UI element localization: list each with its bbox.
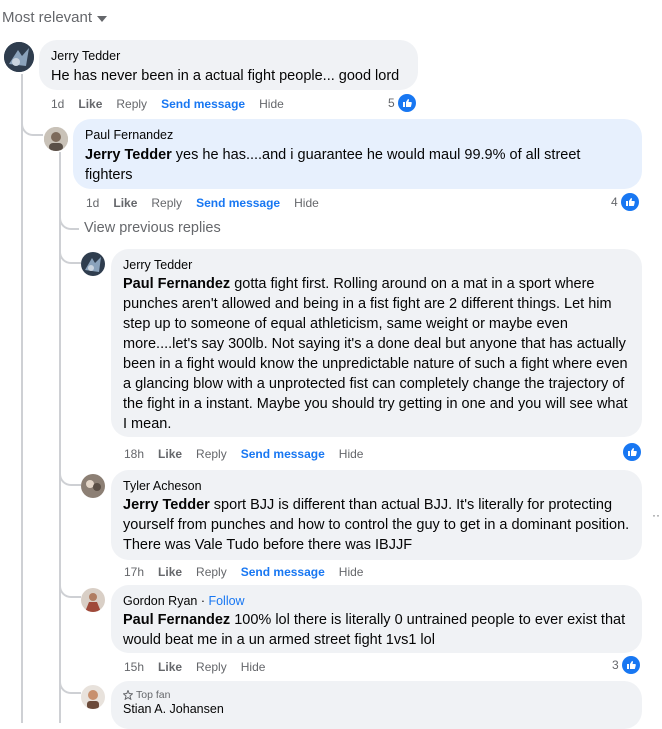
comment-author[interactable]: Paul Fernandez xyxy=(85,127,630,143)
like-button[interactable]: Like xyxy=(113,196,137,210)
comment-author[interactable]: Tyler Acheson xyxy=(123,478,630,494)
comment-actions: 15h Like Reply Hide xyxy=(124,660,265,674)
comment-text: He has never been in a actual fight peop… xyxy=(51,68,400,84)
comment-author[interactable]: Gordon Ryan xyxy=(123,594,197,608)
comment-author[interactable]: Stian A. Johansen xyxy=(123,701,630,717)
send-message-button[interactable]: Send message xyxy=(161,97,245,111)
comment-time[interactable]: 17h xyxy=(124,565,144,579)
reaction-count[interactable] xyxy=(623,443,641,461)
comment-text: Paul Fernandez gotta fight first. Rollin… xyxy=(123,274,630,434)
like-button[interactable]: Like xyxy=(78,97,102,111)
like-reaction-icon xyxy=(620,193,639,211)
reaction-number: 5 xyxy=(388,96,395,110)
comment-bubble: Tyler Acheson Jerry Tedder sport BJJ is … xyxy=(111,470,642,560)
comment-bubble: Jerry Tedder He has never been in a actu… xyxy=(39,40,418,90)
follow-button[interactable]: Follow xyxy=(208,594,244,608)
thread-connector xyxy=(59,236,81,264)
reaction-count[interactable]: 3 xyxy=(612,656,640,674)
mention-tag[interactable]: Jerry Tedder xyxy=(85,147,172,163)
like-button[interactable]: Like xyxy=(158,565,182,579)
comment-time[interactable]: 15h xyxy=(124,660,144,674)
mention-tag[interactable]: Paul Fernandez xyxy=(123,276,230,292)
hide-button[interactable]: Hide xyxy=(241,660,266,674)
comment-bubble: Jerry Tedder Paul Fernandez gotta fight … xyxy=(111,249,642,437)
comment-body: gotta fight first. Rolling around on a m… xyxy=(123,276,628,432)
reply-button[interactable]: Reply xyxy=(196,660,227,674)
reply-button[interactable]: Reply xyxy=(196,447,227,461)
sort-dropdown[interactable]: Most relevant xyxy=(2,9,108,26)
reaction-count[interactable]: 4 xyxy=(611,193,639,211)
like-reaction-icon xyxy=(623,443,641,461)
reply-button[interactable]: Reply xyxy=(151,196,182,210)
comment-actions: 17h Like Reply Send message Hide xyxy=(124,565,363,579)
top-fan-icon xyxy=(123,690,133,700)
send-message-button[interactable]: Send message xyxy=(196,196,280,210)
view-previous-replies-link[interactable]: View previous replies xyxy=(84,220,221,236)
comment-time[interactable]: 1d xyxy=(86,196,99,210)
sort-label: Most relevant xyxy=(2,9,93,26)
top-fan-label: Top fan xyxy=(136,689,171,701)
comment-author-row: Gordon Ryan · Follow xyxy=(123,594,245,608)
avatar[interactable] xyxy=(44,127,68,151)
thread-line-main xyxy=(21,74,23,723)
comment-time[interactable]: 1d xyxy=(51,97,64,111)
avatar[interactable] xyxy=(4,42,34,72)
comment-actions: 18h Like Reply Send message Hide xyxy=(124,447,363,461)
hide-button[interactable]: Hide xyxy=(294,196,319,210)
like-reaction-icon xyxy=(621,656,640,674)
comment-author[interactable]: Jerry Tedder xyxy=(51,48,406,64)
mention-tag[interactable]: Jerry Tedder xyxy=(123,497,210,513)
hide-button[interactable]: Hide xyxy=(259,97,284,111)
thread-connector xyxy=(59,458,81,486)
comment-actions: 1d Like Reply Send message Hide xyxy=(51,97,284,111)
comment-text: Paul Fernandez 100% lol there is literal… xyxy=(123,610,630,650)
comment-bubble: Paul Fernandez Jerry Tedder yes he has..… xyxy=(73,119,642,189)
thread-connector xyxy=(21,110,43,136)
top-fan-badge: Top fan xyxy=(123,689,630,701)
avatar[interactable] xyxy=(81,685,105,709)
comment-bubble: Top fan Stian A. Johansen xyxy=(111,681,642,729)
thread-connector xyxy=(59,578,81,598)
reply-button[interactable]: Reply xyxy=(196,565,227,579)
comment-actions: 1d Like Reply Send message Hide xyxy=(86,196,319,210)
hide-button[interactable]: Hide xyxy=(339,447,364,461)
send-message-button[interactable]: Send message xyxy=(241,447,325,461)
comment-text: Jerry Tedder sport BJJ is different than… xyxy=(123,495,630,555)
comment-bubble: Gordon Ryan · Follow Paul Fernandez 100%… xyxy=(111,585,642,653)
avatar[interactable] xyxy=(81,474,105,498)
reaction-number: 4 xyxy=(611,195,618,209)
reaction-count[interactable]: 5 xyxy=(388,94,416,112)
mention-tag[interactable]: Paul Fernandez xyxy=(123,612,230,628)
thread-connector xyxy=(59,212,79,230)
avatar[interactable] xyxy=(81,588,105,612)
reaction-number: 3 xyxy=(612,658,619,672)
send-message-button[interactable]: Send message xyxy=(241,565,325,579)
like-button[interactable]: Like xyxy=(158,660,182,674)
avatar[interactable] xyxy=(81,252,105,276)
comment-time[interactable]: 18h xyxy=(124,447,144,461)
more-options-icon[interactable]: ·· xyxy=(652,508,660,522)
hide-button[interactable]: Hide xyxy=(339,565,364,579)
comment-author[interactable]: Jerry Tedder xyxy=(123,257,630,273)
like-reaction-icon xyxy=(397,94,416,112)
comment-text: Jerry Tedder yes he has....and i guarant… xyxy=(85,145,630,185)
thread-connector xyxy=(59,672,81,694)
caret-down-icon xyxy=(97,15,108,22)
like-button[interactable]: Like xyxy=(158,447,182,461)
reply-button[interactable]: Reply xyxy=(116,97,147,111)
